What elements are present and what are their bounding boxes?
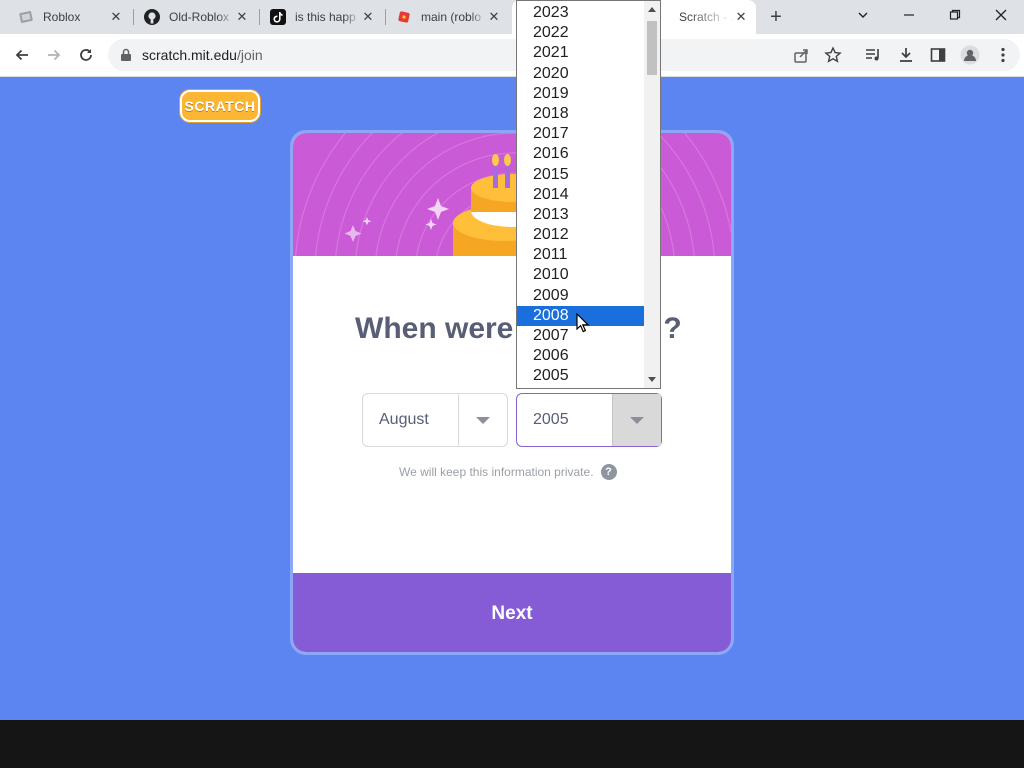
browser-toolbar: scratch.mit.edu/join <box>0 34 1024 77</box>
question-text: When were <box>355 312 514 345</box>
birth-year-value: 2005 <box>533 411 569 428</box>
roblox-favicon-icon <box>398 11 410 23</box>
tab-title: Old-Roblox <box>169 10 230 24</box>
scratch-join-page: SCRATCH When were ? August 2005 We will … <box>0 77 1024 720</box>
github-icon <box>144 9 160 25</box>
url-host: scratch.mit.edu <box>142 47 237 63</box>
year-option[interactable]: 2019 <box>517 84 644 104</box>
scrollbar-thumb[interactable] <box>647 21 657 75</box>
tab-main-roblox[interactable]: main (roblo ✕ <box>386 0 510 34</box>
year-option[interactable]: 2021 <box>517 43 644 63</box>
media-control-icon[interactable] <box>862 44 884 66</box>
year-option[interactable]: 2005 <box>517 366 644 386</box>
question-mark: ? <box>663 312 682 345</box>
year-option[interactable]: 2017 <box>517 124 644 144</box>
minimize-icon[interactable] <box>897 5 921 27</box>
birth-month-select[interactable]: August <box>362 393 508 447</box>
chevron-down-icon[interactable] <box>458 394 507 446</box>
year-option[interactable]: 2015 <box>517 165 644 185</box>
birthday-cake-illustration <box>295 133 731 256</box>
scroll-up-arrow-icon[interactable] <box>648 7 656 12</box>
birth-year-select[interactable]: 2005 <box>516 393 662 447</box>
close-tab-icon[interactable]: ✕ <box>234 9 250 25</box>
tab-old-roblox[interactable]: Old-Roblox ✕ <box>134 0 258 34</box>
year-option[interactable]: 2012 <box>517 225 644 245</box>
close-tab-icon[interactable]: ✕ <box>734 9 748 25</box>
scratch-logo[interactable]: SCRATCH <box>180 90 260 122</box>
restore-icon[interactable] <box>943 5 967 27</box>
privacy-note-text: We will keep this information private. <box>399 465 594 479</box>
profile-avatar-icon[interactable] <box>959 44 981 66</box>
tab-title: main (roblo <box>421 10 482 24</box>
url-path: /join <box>236 47 263 63</box>
new-tab-button[interactable]: + <box>766 7 786 27</box>
year-option[interactable]: 2016 <box>517 144 644 164</box>
year-option[interactable]: 2011 <box>517 245 644 265</box>
tab-tiktok[interactable]: is this happ ✕ <box>260 0 384 34</box>
tab-search-icon[interactable] <box>851 5 875 27</box>
year-option[interactable]: 2023 <box>517 3 644 23</box>
tab-strip: Roblox ✕ Old-Roblox ✕ is this happ ✕ mai… <box>0 0 1024 34</box>
year-option[interactable]: 2006 <box>517 346 644 366</box>
url-text[interactable]: scratch.mit.edu/join <box>142 47 263 63</box>
close-window-icon[interactable] <box>989 5 1013 27</box>
chevron-down-icon[interactable] <box>612 394 661 446</box>
roblox-tab-icon <box>19 11 33 23</box>
year-option[interactable]: 2018 <box>517 104 644 124</box>
close-tab-icon[interactable]: ✕ <box>108 9 124 25</box>
birthdate-form: When were? August 2005 We will keep this… <box>293 256 731 573</box>
year-option[interactable]: 2013 <box>517 205 644 225</box>
year-option[interactable]: 2022 <box>517 23 644 43</box>
tab-title: is this happ <box>295 10 356 24</box>
birthday-banner <box>293 133 731 256</box>
forward-icon[interactable] <box>43 44 65 66</box>
tiktok-icon <box>270 9 286 25</box>
close-tab-icon[interactable]: ✕ <box>360 9 376 25</box>
taskbar <box>0 720 1024 768</box>
year-option[interactable]: 2020 <box>517 64 644 84</box>
close-tab-icon[interactable]: ✕ <box>486 9 502 25</box>
back-icon[interactable] <box>11 44 33 66</box>
download-icon[interactable] <box>895 44 917 66</box>
next-button[interactable]: Next <box>293 573 731 652</box>
tab-roblox[interactable]: Roblox ✕ <box>8 0 132 34</box>
lock-icon[interactable] <box>120 48 132 62</box>
menu-kebab-icon[interactable] <box>992 44 1014 66</box>
privacy-note: We will keep this information private. ? <box>399 464 617 480</box>
year-option[interactable]: 2009 <box>517 286 644 306</box>
year-option[interactable]: 2014 <box>517 185 644 205</box>
year-option[interactable]: 2010 <box>517 265 644 285</box>
join-modal: When were? August 2005 We will keep this… <box>290 130 734 655</box>
scroll-down-arrow-icon[interactable] <box>648 377 656 382</box>
reload-icon[interactable] <box>75 44 97 66</box>
share-icon[interactable] <box>792 46 810 69</box>
side-panel-icon[interactable] <box>927 44 949 66</box>
birth-month-value: August <box>379 411 429 428</box>
mouse-pointer-icon <box>576 313 590 333</box>
help-icon[interactable]: ? <box>600 464 617 480</box>
tab-title: Roblox <box>43 10 81 24</box>
dropdown-scrollbar[interactable] <box>644 1 660 388</box>
bookmark-star-icon[interactable] <box>824 46 842 69</box>
